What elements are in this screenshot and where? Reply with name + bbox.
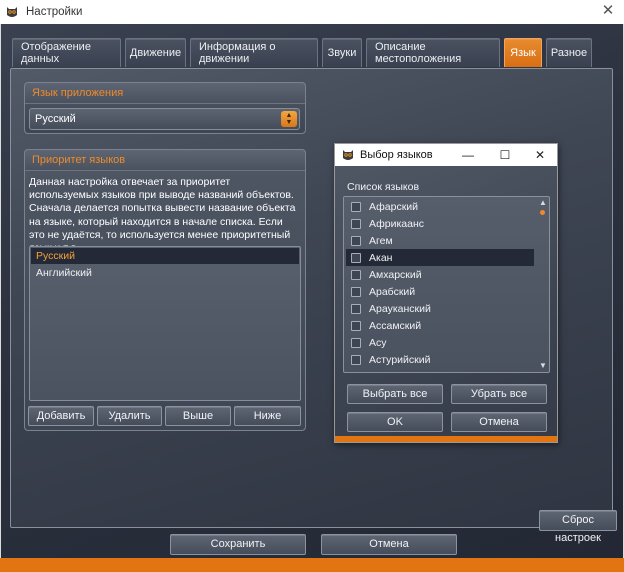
minimize-icon[interactable]: —	[460, 147, 476, 163]
dialog-title: Выбор языков	[360, 149, 433, 161]
app-language-group: Язык приложения Русский ▲ ▼	[24, 82, 306, 134]
dialog-cancel-button[interactable]: Отмена	[451, 412, 547, 432]
language-label: Арабский	[369, 285, 416, 298]
language-checklist[interactable]: Афарский Африкаанс Агем Акан Амхарский А…	[343, 196, 550, 373]
language-label: Агем	[369, 234, 393, 247]
language-label: Арауканский	[369, 302, 431, 315]
language-label: Ассамский	[369, 319, 422, 332]
dialog-accent-bar	[335, 436, 557, 442]
language-label: Афарский	[369, 200, 419, 213]
tab-label: Разное	[550, 47, 588, 59]
checkbox[interactable]	[351, 252, 361, 263]
tab-location-description[interactable]: Описание местоположения	[366, 38, 500, 67]
language-priority-header: Приоритет языков	[25, 150, 305, 171]
select-all-button[interactable]: Выбрать все	[347, 384, 443, 404]
list-item[interactable]: Русский	[31, 248, 299, 264]
save-button[interactable]: Сохранить	[170, 534, 306, 555]
title-bar: Настройки ✕	[0, 0, 624, 24]
tab-sounds[interactable]: Звуки	[322, 38, 362, 67]
maximize-icon[interactable]: ☐	[497, 147, 513, 163]
cancel-button[interactable]: Отмена	[321, 534, 457, 555]
checkbox[interactable]	[351, 354, 361, 365]
app-language-select[interactable]: Русский ▲ ▼	[29, 108, 300, 130]
dialog-title-bar: Выбор языков — ☐ ✕	[335, 144, 557, 166]
checkbox[interactable]	[351, 201, 361, 212]
language-list-label: Список языков	[347, 181, 420, 193]
window-title: Настройки	[26, 6, 83, 18]
ok-button[interactable]: OK	[347, 412, 443, 432]
vertical-scrollbar[interactable]: ▲ ▼	[537, 198, 548, 371]
add-language-button[interactable]: Добавить	[28, 406, 94, 426]
list-item[interactable]: Амхарский	[346, 266, 534, 283]
close-icon[interactable]: ✕	[600, 3, 616, 19]
tab-bar: Отображение данных Движение Информация о…	[12, 38, 596, 68]
checkbox[interactable]	[351, 337, 361, 348]
language-label: Африкаанс	[369, 217, 425, 230]
checkbox[interactable]	[351, 320, 361, 331]
dialog-body: Список языков Афарский Африкаанс Агем Ак…	[335, 166, 557, 436]
tab-label: Описание местоположения	[375, 41, 462, 65]
list-item[interactable]: Асу	[346, 334, 534, 351]
tab-data-display[interactable]: Отображение данных	[12, 38, 121, 67]
tab-label: Звуки	[327, 47, 357, 59]
list-item[interactable]: Ассамский	[346, 317, 534, 334]
checkbox[interactable]	[351, 235, 361, 246]
language-label: Асу	[369, 336, 387, 349]
remove-language-button[interactable]: Удалить	[97, 406, 162, 426]
reset-settings-button[interactable]: Сброс настроек	[539, 510, 617, 544]
updown-arrow-icon[interactable]: ▲ ▼	[281, 111, 297, 127]
scroll-thumb[interactable]	[540, 210, 545, 215]
language-priority-group: Приоритет языков Данная настройка отвеча…	[24, 149, 306, 431]
checkbox[interactable]	[351, 218, 361, 229]
checkbox[interactable]	[351, 303, 361, 314]
list-item[interactable]: Английский	[31, 265, 299, 281]
language-label: Акан	[369, 251, 393, 264]
language-selection-dialog: Выбор языков — ☐ ✕ Список языков Афарски…	[334, 143, 558, 443]
bottom-accent-bar	[0, 558, 624, 572]
list-item[interactable]: Арауканский	[346, 300, 534, 317]
chevron-up-icon[interactable]: ▲	[538, 198, 548, 208]
list-item[interactable]: Акан	[346, 249, 534, 266]
tab-motion-info[interactable]: Информация о движении	[190, 38, 318, 67]
owl-icon	[343, 150, 353, 160]
tab-label: Отображение данных	[21, 41, 91, 65]
list-item[interactable]: Астурийский	[346, 351, 534, 368]
checkbox[interactable]	[351, 269, 361, 280]
tab-motion[interactable]: Движение	[125, 38, 186, 67]
tab-label: Движение	[129, 47, 182, 59]
deselect-all-button[interactable]: Убрать все	[451, 384, 547, 404]
checkbox[interactable]	[351, 286, 361, 297]
tab-language[interactable]: Язык	[504, 38, 542, 67]
move-down-button[interactable]: Ниже	[234, 406, 301, 426]
close-icon[interactable]: ✕	[532, 147, 548, 163]
move-up-button[interactable]: Выше	[165, 406, 231, 426]
tab-misc[interactable]: Разное	[546, 38, 592, 67]
app-language-value: Русский	[35, 113, 76, 125]
app-language-header: Язык приложения	[25, 83, 305, 104]
list-item[interactable]: Арабский	[346, 283, 534, 300]
priority-language-list[interactable]: Русский Английский	[29, 246, 301, 401]
list-item[interactable]: Афарский	[346, 198, 534, 215]
tab-label: Язык	[510, 47, 536, 59]
language-label: Астурийский	[369, 353, 431, 366]
language-label: Амхарский	[369, 268, 422, 281]
tab-label: Информация о движении	[199, 41, 276, 65]
chevron-down-icon[interactable]: ▼	[538, 361, 548, 371]
list-item[interactable]: Африкаанс	[346, 215, 534, 232]
owl-icon	[7, 7, 17, 17]
language-priority-description: Данная настройка отвечает за приоритет и…	[29, 176, 296, 254]
list-item[interactable]: Агем	[346, 232, 534, 249]
